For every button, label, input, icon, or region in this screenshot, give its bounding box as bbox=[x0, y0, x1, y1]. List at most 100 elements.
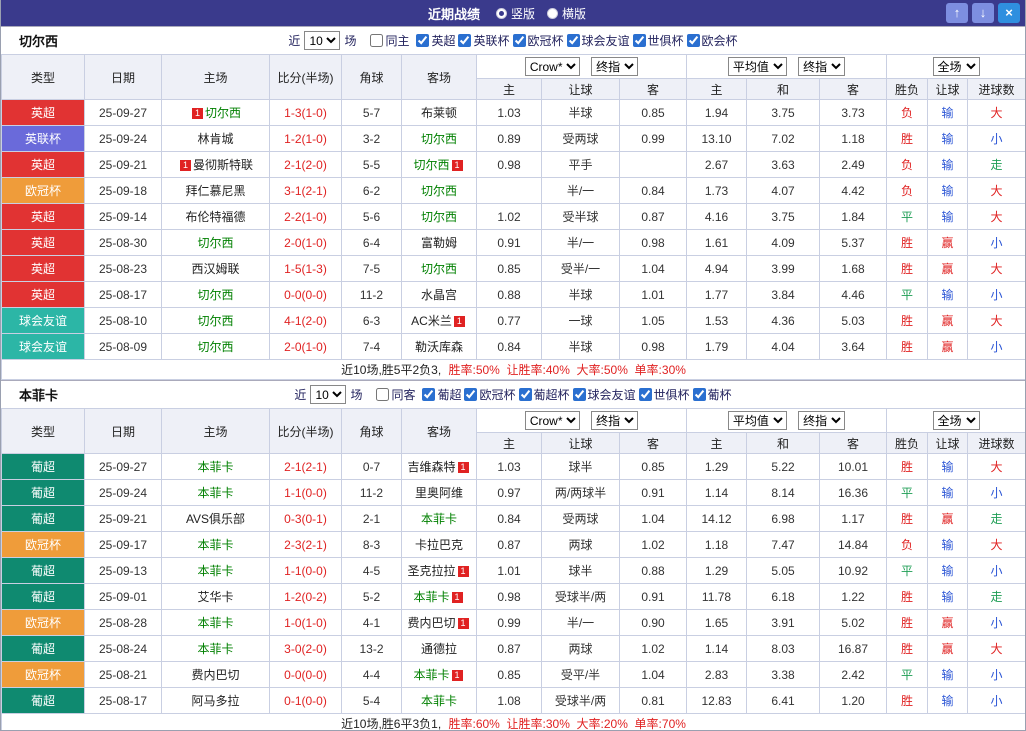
handicap-away-odds: 0.85 bbox=[619, 99, 687, 126]
league-checkbox[interactable] bbox=[572, 388, 586, 401]
team-name: 阿马多拉 bbox=[191, 694, 240, 708]
recent-count-select[interactable]: 10 bbox=[310, 385, 347, 404]
league-filter-葡超杯[interactable]: 葡超杯 bbox=[518, 386, 570, 403]
euro-away-odds: 3.64 bbox=[818, 333, 888, 360]
scope-select[interactable]: 全场 bbox=[932, 411, 980, 430]
handicap-result-cell: 赢 bbox=[927, 609, 969, 636]
layout-option-horizontal[interactable]: 横版 bbox=[547, 5, 586, 22]
home-team-cell: 阿马多拉 bbox=[161, 687, 270, 714]
league-checkbox[interactable] bbox=[464, 388, 478, 401]
league-type-cell: 葡超 bbox=[1, 557, 85, 584]
league-type-cell: 欧冠杯 bbox=[1, 661, 85, 688]
home-team-cell: 切尔西 bbox=[161, 229, 270, 256]
league-filter-世俱杯[interactable]: 世俱杯 bbox=[638, 386, 690, 403]
league-filter-英超[interactable]: 英超 bbox=[416, 32, 455, 49]
league-filter-世俱杯[interactable]: 世俱杯 bbox=[632, 32, 684, 49]
team-name: 本菲卡 bbox=[197, 538, 234, 552]
handicap-line: 半球 bbox=[541, 99, 620, 126]
vertical-radio[interactable] bbox=[495, 7, 507, 19]
league-checkbox[interactable] bbox=[632, 34, 646, 47]
date-cell: 25-08-30 bbox=[84, 229, 162, 256]
handicap-stage-select[interactable]: 终指 bbox=[591, 411, 639, 430]
league-checkbox[interactable] bbox=[458, 34, 472, 47]
goals-result-cell: 小 bbox=[967, 125, 1025, 152]
euro-away-odds: 1.22 bbox=[818, 583, 888, 610]
handicap-away-odds: 0.98 bbox=[619, 333, 687, 360]
red-card-badge: 1 bbox=[451, 670, 463, 681]
league-checkbox[interactable] bbox=[416, 34, 430, 47]
recent-count-select[interactable]: 10 bbox=[304, 31, 341, 50]
league-filter-英联杯[interactable]: 英联杯 bbox=[458, 32, 510, 49]
euro-draw-odds: 4.07 bbox=[746, 177, 820, 204]
team-name: 林肯城 bbox=[197, 132, 234, 146]
euro-away-odds: 10.01 bbox=[818, 453, 888, 480]
home-team-cell: 本菲卡 bbox=[161, 557, 270, 584]
match-row: 英超 25-09-27 1 切尔西 1-3(1-0) 5-7 布莱顿 1.03 半球 0.85 1.… bbox=[1, 99, 1025, 126]
euro-stage-select[interactable]: 终指 bbox=[798, 411, 846, 430]
league-checkbox[interactable] bbox=[566, 34, 580, 47]
result-cell: 平 bbox=[886, 557, 929, 584]
match-row: 英超 25-08-23 西汉姆联 1-5(1-3) 7-5 切尔西 0.85 受半/一 1.04… bbox=[1, 255, 1025, 282]
handicap-line: 一球 bbox=[541, 307, 620, 334]
layout-option-vertical[interactable]: 竖版 bbox=[495, 5, 535, 22]
euro-stage-select[interactable]: 终指 bbox=[798, 57, 846, 76]
same-venue-filter[interactable]: 同客 bbox=[376, 386, 415, 403]
col-header-euro-away: 客 bbox=[818, 432, 888, 454]
league-checkbox[interactable] bbox=[692, 388, 706, 401]
handicap-line: 两球 bbox=[541, 635, 620, 662]
scope-select[interactable]: 全场 bbox=[932, 57, 980, 76]
home-team-cell: 本菲卡 bbox=[161, 479, 270, 506]
euro-home-odds: 4.16 bbox=[686, 203, 747, 230]
euro-draw-odds: 7.47 bbox=[746, 531, 820, 558]
league-filter-球会友谊[interactable]: 球会友谊 bbox=[566, 32, 630, 49]
euro-away-odds: 4.42 bbox=[818, 177, 888, 204]
same-venue-checkbox[interactable] bbox=[370, 34, 384, 47]
euro-away-odds: 3.73 bbox=[818, 99, 888, 126]
euro-odds-select[interactable]: 平均值 bbox=[727, 57, 787, 76]
euro-away-odds: 1.84 bbox=[818, 203, 888, 230]
handicap-line: 半/一 bbox=[541, 609, 620, 636]
handicap-stage-select[interactable]: 终指 bbox=[591, 57, 639, 76]
euro-away-odds: 5.37 bbox=[818, 229, 888, 256]
horizontal-radio[interactable] bbox=[547, 7, 558, 19]
handicap-home-odds: 0.98 bbox=[476, 151, 542, 178]
move-up-icon[interactable]: ↑ bbox=[946, 3, 968, 23]
score-cell: 0-3(0-1) bbox=[269, 505, 342, 532]
same-venue-checkbox[interactable] bbox=[376, 388, 390, 401]
home-team-cell: 林肯城 bbox=[161, 125, 270, 152]
euro-home-odds: 1.77 bbox=[686, 281, 747, 308]
euro-home-odds: 1.18 bbox=[686, 531, 747, 558]
league-filter-欧会杯[interactable]: 欧会杯 bbox=[686, 32, 738, 49]
bookmaker-select[interactable]: Crow* bbox=[524, 57, 580, 76]
league-checkbox[interactable] bbox=[512, 34, 526, 47]
euro-odds-select[interactable]: 平均值 bbox=[727, 411, 787, 430]
move-down-icon[interactable]: ↓ bbox=[972, 3, 994, 23]
close-icon[interactable]: × bbox=[998, 3, 1020, 23]
league-filter-欧冠杯[interactable]: 欧冠杯 bbox=[464, 386, 516, 403]
league-checkbox[interactable] bbox=[422, 388, 436, 401]
league-checkbox[interactable] bbox=[686, 34, 700, 47]
league-filter-球会友谊[interactable]: 球会友谊 bbox=[572, 386, 636, 403]
euro-home-odds: 2.67 bbox=[686, 151, 747, 178]
league-checkbox[interactable] bbox=[518, 388, 532, 401]
euro-away-odds: 14.84 bbox=[818, 531, 888, 558]
league-filter-葡杯[interactable]: 葡杯 bbox=[692, 386, 732, 403]
league-filter-label: 英超 bbox=[431, 34, 456, 48]
score-cell: 2-2(1-0) bbox=[269, 203, 342, 230]
handicap-away-odds: 1.02 bbox=[619, 635, 687, 662]
league-filter-葡超[interactable]: 葡超 bbox=[422, 386, 461, 403]
match-row: 欧冠杯 25-08-21 费内巴切 0-0(0-0) 4-4 本菲卡 1 0.85 受平/半 1.… bbox=[1, 661, 1025, 688]
handicap-home-odds: 0.98 bbox=[476, 583, 542, 610]
league-type-cell: 欧冠杯 bbox=[1, 609, 85, 636]
away-team-cell: 切尔西 bbox=[401, 177, 477, 204]
euro-draw-odds: 3.99 bbox=[746, 255, 820, 282]
same-venue-filter[interactable]: 同主 bbox=[370, 32, 409, 49]
goals-result-cell: 小 bbox=[967, 609, 1025, 636]
handicap-result-cell: 赢 bbox=[927, 635, 969, 662]
bookmaker-select[interactable]: Crow* bbox=[524, 411, 580, 430]
league-filter-欧冠杯[interactable]: 欧冠杯 bbox=[512, 32, 564, 49]
date-cell: 25-08-24 bbox=[84, 635, 162, 662]
handicap-home-odds: 0.84 bbox=[476, 333, 542, 360]
league-checkbox[interactable] bbox=[638, 388, 652, 401]
euro-away-odds: 1.18 bbox=[818, 125, 888, 152]
